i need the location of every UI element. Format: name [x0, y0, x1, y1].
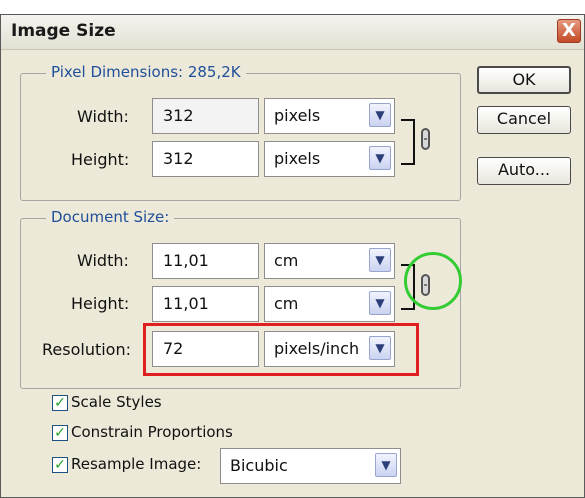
pixel-height-unit-value: pixels: [274, 149, 321, 168]
doc-height-label: Height:: [71, 294, 130, 313]
pixel-height-input[interactable]: 312: [152, 141, 259, 177]
image-size-dialog: Image Size X Pixel Dimensions: 285,2K Wi…: [0, 14, 585, 498]
doc-width-input[interactable]: 11,01: [152, 243, 259, 279]
chevron-down-icon[interactable]: ▼: [369, 103, 391, 127]
pixel-link-bracket: [401, 119, 415, 165]
scale-styles-label: Scale Styles: [71, 393, 162, 411]
pixel-width-input[interactable]: 312: [152, 98, 259, 134]
chevron-down-icon[interactable]: ▼: [369, 248, 391, 272]
doc-height-unit-select[interactable]: cm ▼: [264, 286, 395, 322]
doc-width-label: Width:: [77, 251, 129, 270]
resample-image-checkbox[interactable]: ✓: [52, 457, 68, 473]
resample-method-select[interactable]: Bicubic ▼: [220, 448, 401, 484]
resolution-label: Resolution:: [42, 340, 131, 359]
highlight-circle: [404, 252, 462, 310]
highlight-box: [143, 323, 419, 376]
constrain-proportions-label: Constrain Proportions: [71, 423, 233, 441]
pixel-dimensions-group: [20, 73, 461, 201]
pixel-dimensions-legend: Pixel Dimensions: 285,2K: [46, 63, 246, 81]
pixel-width-unit-select[interactable]: pixels ▼: [264, 98, 395, 134]
auto-button[interactable]: Auto...: [477, 157, 571, 185]
resample-image-label: Resample Image:: [71, 455, 202, 473]
ok-button[interactable]: OK: [477, 66, 571, 94]
resample-method-value: Bicubic: [230, 456, 288, 475]
title-bar: Image Size X: [1, 15, 584, 50]
doc-width-unit-select[interactable]: cm ▼: [264, 243, 395, 279]
chevron-down-icon[interactable]: ▼: [375, 453, 397, 477]
document-size-legend: Document Size:: [46, 208, 175, 226]
dialog-title: Image Size: [11, 21, 116, 41]
chevron-down-icon[interactable]: ▼: [369, 291, 391, 315]
pixel-width-label: Width:: [77, 107, 129, 126]
pixel-height-unit-select[interactable]: pixels ▼: [264, 141, 395, 177]
cancel-button[interactable]: Cancel: [477, 106, 571, 134]
doc-height-input[interactable]: 11,01: [152, 286, 259, 322]
close-button[interactable]: X: [557, 19, 581, 43]
pixel-width-unit-value: pixels: [274, 106, 321, 125]
chain-link-icon: [421, 128, 430, 150]
pixel-height-label: Height:: [71, 150, 130, 169]
doc-width-unit-value: cm: [274, 251, 299, 270]
scale-styles-checkbox[interactable]: ✓: [52, 395, 68, 411]
constrain-proportions-checkbox[interactable]: ✓: [52, 425, 68, 441]
chevron-down-icon[interactable]: ▼: [369, 146, 391, 170]
doc-height-unit-value: cm: [274, 294, 299, 313]
